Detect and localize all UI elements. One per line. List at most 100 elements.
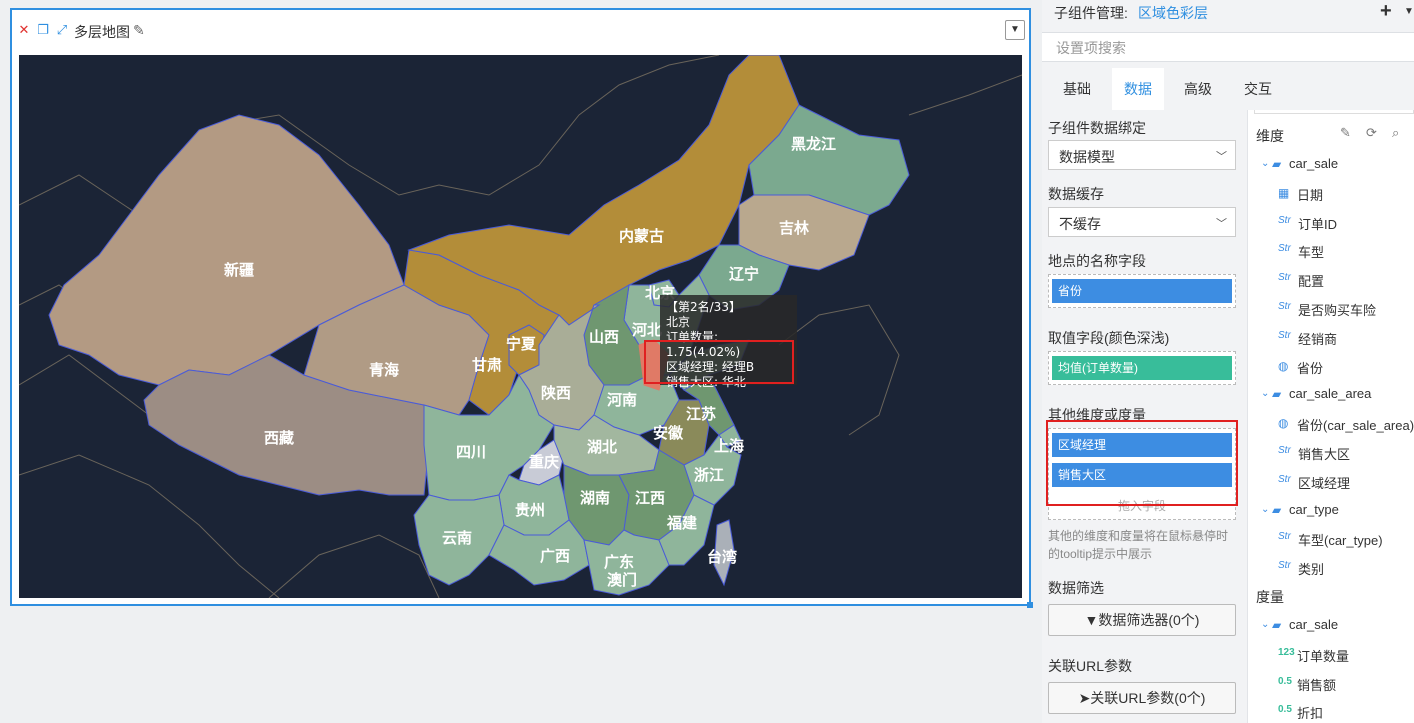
chevron-down-icon[interactable]: ⌄ xyxy=(1261,619,1269,630)
china-map[interactable]: 新疆 西藏 青海 甘肃 内蒙古 黑龙江 吉林 辽宁 北京 河北 山西 宁夏 陕西… xyxy=(19,55,1022,598)
label-hebei: 河北 xyxy=(632,321,662,339)
tab-advanced[interactable]: 高级 xyxy=(1166,68,1230,110)
chevron-down-icon[interactable]: ▼ xyxy=(1005,20,1025,40)
chevron-down-icon[interactable]: ⌄ xyxy=(1261,388,1269,399)
tree-field[interactable]: Str 是否购买车险 xyxy=(1248,298,1414,320)
tree-field[interactable]: Str 订单ID xyxy=(1248,212,1414,234)
tree-item-label: 折扣 xyxy=(1297,706,1324,722)
label-taiwan: 台湾 xyxy=(707,548,737,566)
filter-label: 数据筛选 xyxy=(1048,580,1104,596)
url-params-button[interactable]: ➤关联URL参数(0个) xyxy=(1048,682,1236,714)
tree-item-label: 订单数量 xyxy=(1297,648,1350,664)
add-icon[interactable]: + xyxy=(1380,0,1392,23)
cache-label: 数据缓存 xyxy=(1048,186,1104,202)
send-icon: ➤ xyxy=(1078,690,1091,706)
label-xinjiang: 新疆 xyxy=(224,261,254,279)
tree-item-label: 类别 xyxy=(1298,562,1325,578)
tree-field[interactable]: ▦ 日期 xyxy=(1248,183,1414,205)
cache-select[interactable]: 不缓存 ﹀ xyxy=(1048,207,1236,237)
edit-icon[interactable]: ✎ xyxy=(1340,125,1351,141)
tree-field[interactable]: ◍ 省份(car_sale_area) xyxy=(1248,413,1414,435)
tree-folder[interactable]: ⌄ ▰ car_type xyxy=(1248,500,1414,522)
data-filter-button[interactable]: ▼数据筛选器(0个) xyxy=(1048,604,1236,636)
tree-item-label: 车型 xyxy=(1298,245,1325,261)
label-ningxia: 宁夏 xyxy=(506,335,537,353)
close-icon[interactable]: ✕ xyxy=(17,23,31,37)
url-params-label: 关联URL参数 xyxy=(1048,658,1133,674)
widget-title: 多层地图 xyxy=(74,24,130,40)
tooltip-name: 北京 xyxy=(666,315,691,329)
chevron-down-icon[interactable]: ⌄ xyxy=(1261,158,1269,169)
string-type-icon: Str xyxy=(1278,301,1291,312)
folder-icon: ▰ xyxy=(1272,618,1282,632)
tree-item-label: 车型(car_type) xyxy=(1298,533,1383,549)
tree-top-edge xyxy=(1254,110,1414,114)
other-fields-note: 其他的维度和度量将在鼠标悬停时的tooltip提示中展示 xyxy=(1048,529,1229,561)
string-type-icon: Str xyxy=(1278,214,1291,226)
string-type-icon: Str xyxy=(1278,329,1291,341)
tree-field[interactable]: ◍ 省份 xyxy=(1248,356,1414,378)
label-sichuan: 四川 xyxy=(456,443,486,461)
data-filter-button-label: 数据筛选器(0个) xyxy=(1098,612,1200,628)
settings-search-input[interactable]: 设置项搜索 xyxy=(1042,32,1414,62)
tree-item-label: 销售额 xyxy=(1297,677,1337,693)
tree-item-label: 配置 xyxy=(1298,274,1325,290)
calendar-icon: ▦ xyxy=(1278,185,1290,200)
highlight-box xyxy=(1046,420,1238,506)
tree-field[interactable]: Str 销售大区 xyxy=(1248,442,1414,464)
label-shanxi: 山西 xyxy=(589,328,619,346)
location-field-chip[interactable]: 省份 xyxy=(1052,279,1232,303)
tree-field[interactable]: Str 区域经理 xyxy=(1248,471,1414,493)
label-jiangxi: 江西 xyxy=(635,489,665,507)
string-type-icon: Str xyxy=(1278,272,1291,284)
location-field-dropzone[interactable]: 省份 xyxy=(1048,274,1236,308)
tree-folder[interactable]: ⌄ ▰ car_sale xyxy=(1248,154,1414,176)
tab-data[interactable]: 数据 xyxy=(1112,68,1164,110)
chevron-down-icon[interactable]: ⌄ xyxy=(1261,504,1269,515)
tree-field[interactable]: Str 配置 xyxy=(1248,269,1414,291)
label-guangdong: 广东 xyxy=(604,553,634,571)
data-binding-select[interactable]: 数据模型 ﹀ xyxy=(1048,140,1236,170)
subcomponent-selector[interactable]: 区域色彩层 xyxy=(1138,3,1208,23)
tree-item-label: 经销商 xyxy=(1298,331,1338,347)
settings-panel: 子组件管理: 区域色彩层 + ▼ 设置项搜索 基础 数据 高级 交互 子组件数据… xyxy=(1042,0,1414,723)
data-binding-value: 数据模型 xyxy=(1059,149,1115,165)
tree-field[interactable]: Str 经销商 xyxy=(1248,327,1414,349)
tooltip-highlight-box xyxy=(644,340,794,384)
subcomponent-label: 子组件管理: xyxy=(1054,5,1128,21)
tree-item-label: car_type xyxy=(1289,501,1339,517)
label-jiangsu: 江苏 xyxy=(686,405,716,423)
expand-icon[interactable]: ⤢ xyxy=(55,23,69,37)
label-jilin: 吉林 xyxy=(779,219,810,237)
decimal-type-icon: 0.5 xyxy=(1278,675,1292,687)
integer-type-icon: 123 xyxy=(1278,646,1295,658)
string-type-icon: Str xyxy=(1278,445,1291,456)
measures-header: 度量 xyxy=(1256,589,1284,605)
tree-field[interactable]: Str 车型 xyxy=(1248,240,1414,262)
globe-icon: ◍ xyxy=(1278,416,1289,431)
copy-icon[interactable]: ❐ xyxy=(36,23,50,37)
resize-handle[interactable] xyxy=(1027,602,1033,608)
string-type-icon: Str xyxy=(1278,531,1291,543)
location-field-label: 地点的名称字段 xyxy=(1048,253,1146,269)
tree-field[interactable]: Str 类别 xyxy=(1248,557,1414,579)
refresh-icon[interactable]: ⟳ xyxy=(1366,125,1377,141)
search-icon[interactable]: ⌕ xyxy=(1392,125,1399,141)
tree-folder[interactable]: ⌄ ▰ car_sale xyxy=(1248,615,1414,637)
tree-item-label: car_sale xyxy=(1289,617,1339,632)
tree-field[interactable]: Str 车型(car_type) xyxy=(1248,528,1414,550)
value-field-chip[interactable]: 均值(订单数量) xyxy=(1052,356,1232,380)
tree-folder[interactable]: ⌄ ▰ car_sale_area xyxy=(1248,384,1414,406)
tree-field[interactable]: 123 订单数量 xyxy=(1248,644,1414,666)
caret-down-icon[interactable]: ▼ xyxy=(1404,6,1414,17)
tab-interaction[interactable]: 交互 xyxy=(1228,68,1288,110)
tab-basic[interactable]: 基础 xyxy=(1042,68,1112,110)
label-gansu: 甘肃 xyxy=(472,356,502,374)
tree-field[interactable]: 0.5 折扣 xyxy=(1248,701,1414,723)
pencil-icon[interactable]: ✎ xyxy=(133,22,145,39)
tree-field[interactable]: 0.5 销售额 xyxy=(1248,673,1414,695)
value-field-dropzone[interactable]: 均值(订单数量) xyxy=(1048,351,1236,385)
map-canvas: 新疆 西藏 青海 甘肃 内蒙古 黑龙江 吉林 辽宁 北京 河北 山西 宁夏 陕西… xyxy=(19,55,1022,598)
data-config: 子组件数据绑定 数据模型 ﹀ 数据缓存 不缓存 ﹀ 地点的名称字段 省份 取值字… xyxy=(1042,110,1242,723)
map-widget[interactable]: ✕ ❐ ⤢ 多层地图 ✎ ▼ 新疆 西藏 青海 甘肃 内蒙古 黑龙江 吉林 辽宁… xyxy=(10,8,1033,608)
